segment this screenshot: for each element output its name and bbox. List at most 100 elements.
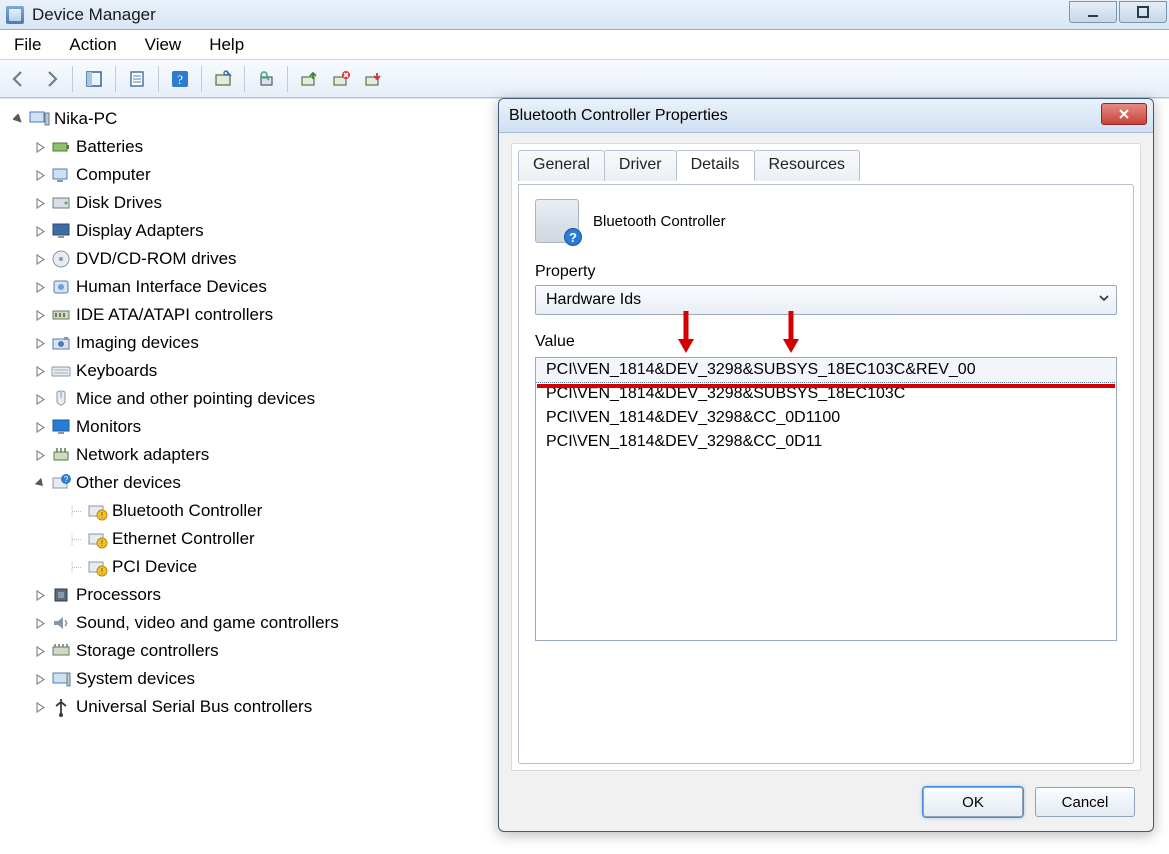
collapse-icon[interactable] <box>32 475 48 491</box>
expand-icon[interactable] <box>32 699 48 715</box>
cancel-button[interactable]: Cancel <box>1035 787 1135 817</box>
expand-icon[interactable] <box>32 363 48 379</box>
annotation-underline <box>537 384 1115 388</box>
expand-icon[interactable] <box>32 167 48 183</box>
value-label: Value <box>535 333 575 351</box>
tree-item-label: Disk Drives <box>76 193 162 213</box>
toolbar-separator <box>201 66 202 92</box>
tab-content-details: ? Bluetooth Controller Property Hardware… <box>518 184 1134 764</box>
category-icon <box>50 388 72 410</box>
expand-icon[interactable] <box>32 223 48 239</box>
tree-item-label: Batteries <box>76 137 143 157</box>
tab-driver[interactable]: Driver <box>604 150 677 181</box>
expand-icon[interactable] <box>32 251 48 267</box>
toolbar-disable-button[interactable] <box>358 64 388 94</box>
toolbar: ? <box>0 60 1169 98</box>
tree-item-label: Monitors <box>76 417 141 437</box>
tree-item-label: Human Interface Devices <box>76 277 267 297</box>
tab-resources[interactable]: Resources <box>754 150 860 181</box>
tree-item-label: PCI Device <box>112 557 197 577</box>
expand-icon[interactable] <box>32 279 48 295</box>
question-badge-icon: ? <box>564 228 582 246</box>
category-icon <box>50 696 72 718</box>
expand-icon[interactable] <box>32 139 48 155</box>
svg-text:!: ! <box>101 567 103 576</box>
category-icon <box>50 276 72 298</box>
window-minimize-button[interactable] <box>1069 1 1117 23</box>
toolbar-separator <box>72 66 73 92</box>
svg-text:!: ! <box>101 539 103 548</box>
list-item[interactable]: PCI\VEN_1814&DEV_3298&CC_0D1100 <box>536 406 1116 430</box>
toolbar-properties-button[interactable] <box>122 64 152 94</box>
expand-icon[interactable] <box>32 643 48 659</box>
property-label: Property <box>535 263 1117 281</box>
category-icon <box>50 304 72 326</box>
expand-icon[interactable] <box>32 447 48 463</box>
tree-item-label: Other devices <box>76 473 181 493</box>
device-large-icon: ? <box>535 199 579 243</box>
category-icon: ? <box>50 472 72 494</box>
toolbar-scan-button[interactable] <box>208 64 238 94</box>
toolbar-forward-button[interactable] <box>36 64 66 94</box>
help-icon: ? <box>170 69 190 89</box>
close-icon <box>1117 107 1131 121</box>
chevron-down-icon <box>1098 291 1110 309</box>
toolbar-update-driver-button[interactable] <box>294 64 324 94</box>
unknown-device-icon: ! <box>86 528 108 550</box>
list-item[interactable]: PCI\VEN_1814&DEV_3298&SUBSYS_18EC103C&RE… <box>535 357 1117 383</box>
expand-icon[interactable] <box>32 195 48 211</box>
expand-icon[interactable] <box>32 587 48 603</box>
tree-item-label: Imaging devices <box>76 333 199 353</box>
dialog-body: General Driver Details Resources ? Bluet… <box>511 143 1141 771</box>
forward-icon <box>41 69 61 89</box>
annotation-arrow-icon <box>780 309 802 355</box>
tab-general[interactable]: General <box>518 150 605 181</box>
menu-file[interactable]: File <box>4 32 59 58</box>
category-icon <box>50 640 72 662</box>
expand-icon[interactable] <box>32 615 48 631</box>
list-item[interactable]: PCI\VEN_1814&DEV_3298&CC_0D11 <box>536 430 1116 454</box>
dialog-tabs: General Driver Details Resources <box>512 144 1140 181</box>
toolbar-help-button[interactable]: ? <box>165 64 195 94</box>
expand-icon[interactable] <box>32 419 48 435</box>
toolbar-separator <box>115 66 116 92</box>
category-icon <box>50 668 72 690</box>
expand-icon[interactable] <box>32 671 48 687</box>
tree-root-label: Nika-PC <box>54 109 117 129</box>
tab-details[interactable]: Details <box>676 150 755 181</box>
collapse-icon[interactable] <box>10 111 26 127</box>
toolbar-separator <box>158 66 159 92</box>
menu-view[interactable]: View <box>135 32 200 58</box>
category-icon <box>50 136 72 158</box>
menu-help[interactable]: Help <box>199 32 262 58</box>
unknown-device-icon: ! <box>86 500 108 522</box>
annotation-arrow-icon <box>675 309 697 355</box>
menu-action[interactable]: Action <box>59 32 134 58</box>
ok-button[interactable]: OK <box>923 787 1023 817</box>
tree-item-label: Storage controllers <box>76 641 219 661</box>
dialog-titlebar[interactable]: Bluetooth Controller Properties <box>499 99 1153 133</box>
menu-bar: File Action View Help <box>0 30 1169 60</box>
tree-item-label: Mice and other pointing devices <box>76 389 315 409</box>
category-icon <box>50 416 72 438</box>
toolbar-show-pane-button[interactable] <box>79 64 109 94</box>
expand-icon[interactable] <box>32 391 48 407</box>
uninstall-icon <box>331 69 351 89</box>
update-driver-icon <box>299 69 319 89</box>
tree-item-label: DVD/CD-ROM drives <box>76 249 237 269</box>
tree-connector-icon <box>68 503 84 519</box>
category-icon <box>50 248 72 270</box>
property-dropdown[interactable]: Hardware Ids <box>535 285 1117 315</box>
toolbar-back-button[interactable] <box>4 64 34 94</box>
toolbar-find-button[interactable] <box>251 64 281 94</box>
maximize-icon <box>1136 5 1150 19</box>
dialog-close-button[interactable] <box>1101 103 1147 125</box>
toolbar-separator <box>244 66 245 92</box>
expand-icon[interactable] <box>32 335 48 351</box>
value-listbox[interactable]: PCI\VEN_1814&DEV_3298&SUBSYS_18EC103C&RE… <box>535 357 1117 641</box>
properties-icon <box>127 69 147 89</box>
window-maximize-button[interactable] <box>1119 1 1167 23</box>
category-icon <box>50 444 72 466</box>
expand-icon[interactable] <box>32 307 48 323</box>
toolbar-uninstall-button[interactable] <box>326 64 356 94</box>
